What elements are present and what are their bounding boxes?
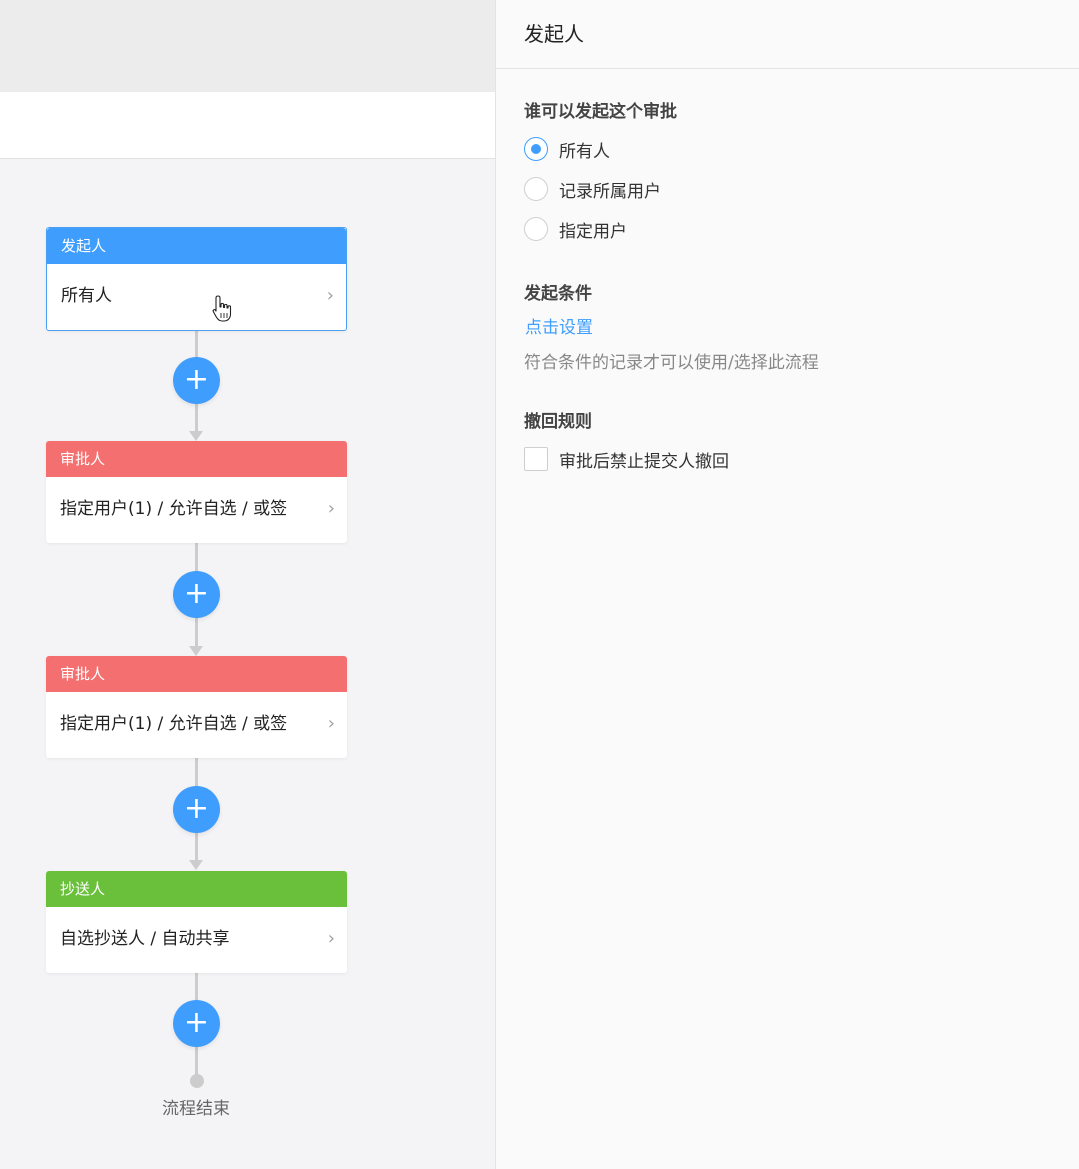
node-cc[interactable]: 抄送人 自选抄送人 / 自动共享 › (46, 871, 347, 973)
panel-title: 发起人 (524, 22, 584, 46)
add-node-button[interactable]: + (173, 571, 220, 618)
node-summary[interactable]: 所有人 › (47, 264, 346, 330)
chevron-right-icon: › (327, 498, 335, 519)
radio-option-everyone[interactable]: 所有人 (524, 136, 610, 162)
radio-label: 所有人 (559, 141, 610, 162)
add-node-button[interactable]: + (173, 786, 220, 833)
initiate-condition-title: 发起条件 (524, 284, 592, 304)
node-summary-text: 所有人 (61, 286, 112, 306)
node-title: 发起人 (47, 228, 346, 264)
node-approver-1[interactable]: 审批人 指定用户(1) / 允许自选 / 或签 › (46, 441, 347, 543)
radio-label: 指定用户 (559, 221, 627, 242)
checkbox-label: 审批后禁止提交人撤回 (559, 451, 729, 472)
node-summary[interactable]: 指定用户(1) / 允许自选 / 或签 › (46, 477, 347, 543)
radio-label: 记录所属用户 (559, 181, 661, 202)
arrow-down-icon (189, 646, 203, 656)
radio-option-specified-users[interactable]: 指定用户 (524, 216, 627, 242)
node-title: 审批人 (46, 656, 347, 692)
flow-canvas: 发起人 所有人 › 审批人 指定用户(1) / 允许自选 / 或签 › 审批人 … (0, 0, 495, 1169)
withdraw-rule-title: 撤回规则 (524, 412, 592, 432)
node-summary-text: 指定用户(1) / 允许自选 / 或签 (60, 499, 288, 519)
chevron-right-icon: › (327, 713, 335, 734)
flow-end-label: 流程结束 (162, 1099, 230, 1119)
node-summary-text: 自选抄送人 / 自动共享 (60, 929, 230, 949)
toolbar-area (0, 92, 495, 159)
radio-option-record-owner[interactable]: 记录所属用户 (524, 176, 661, 202)
chevron-right-icon: › (327, 928, 335, 949)
set-condition-link[interactable]: 点击设置 (525, 313, 593, 338)
arrow-down-icon (189, 860, 203, 870)
hand-cursor-icon (212, 295, 232, 322)
condition-hint: 符合条件的记录才可以使用/选择此流程 (524, 353, 819, 373)
who-can-initiate-title: 谁可以发起这个审批 (524, 102, 677, 122)
chevron-right-icon: › (326, 285, 334, 306)
node-approver-2[interactable]: 审批人 指定用户(1) / 允许自选 / 或签 › (46, 656, 347, 758)
radio-button[interactable] (524, 137, 548, 161)
node-initiator[interactable]: 发起人 所有人 › (46, 227, 347, 331)
settings-panel: 发起人 谁可以发起这个审批 所有人 记录所属用户 指定用户 发起条件 点击设置 … (495, 0, 1079, 1169)
header-bar (0, 0, 495, 92)
node-summary-text: 指定用户(1) / 允许自选 / 或签 (60, 714, 288, 734)
node-summary[interactable]: 自选抄送人 / 自动共享 › (46, 907, 347, 973)
add-node-button[interactable]: + (173, 357, 220, 404)
withdraw-option[interactable]: 审批后禁止提交人撤回 (524, 446, 729, 472)
radio-button[interactable] (524, 177, 548, 201)
arrow-down-icon (189, 431, 203, 441)
divider (496, 68, 1079, 69)
node-title: 抄送人 (46, 871, 347, 907)
add-node-button[interactable]: + (173, 1000, 220, 1047)
node-title: 审批人 (46, 441, 347, 477)
checkbox[interactable] (524, 447, 548, 471)
node-summary[interactable]: 指定用户(1) / 允许自选 / 或签 › (46, 692, 347, 758)
radio-button[interactable] (524, 217, 548, 241)
flow-end-dot (190, 1074, 204, 1088)
